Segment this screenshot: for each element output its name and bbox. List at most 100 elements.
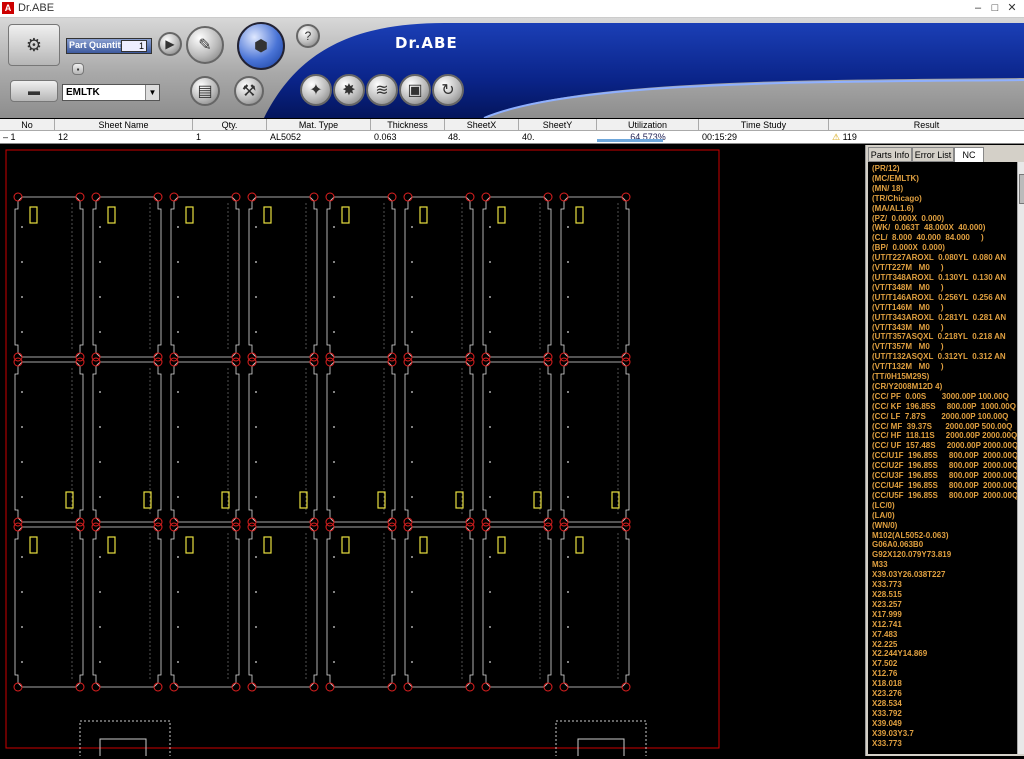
tab-parts-info[interactable]: Parts Info <box>868 147 912 162</box>
punch-mark[interactable] <box>247 192 257 202</box>
punch-mark[interactable] <box>153 522 163 532</box>
feature-marker[interactable] <box>107 206 116 224</box>
punch-mark[interactable] <box>387 522 397 532</box>
col-result[interactable]: Result <box>829 119 1024 130</box>
punch-icon[interactable]: ✸ <box>333 74 365 106</box>
part-loader-icon[interactable]: ⚙ <box>8 24 60 66</box>
punch-mark[interactable] <box>559 682 569 692</box>
nested-part[interactable] <box>248 196 318 358</box>
nested-part[interactable] <box>170 196 240 358</box>
report-icon[interactable]: ▣ <box>399 74 431 106</box>
punch-mark[interactable] <box>309 522 319 532</box>
punch-mark[interactable] <box>169 682 179 692</box>
col-qty[interactable]: Qty. <box>193 119 267 130</box>
punch-mark[interactable] <box>169 192 179 202</box>
punch-mark[interactable] <box>91 522 101 532</box>
punch-mark[interactable] <box>387 682 397 692</box>
punch-mark[interactable] <box>559 192 569 202</box>
nested-part[interactable] <box>482 526 552 688</box>
punch-mark[interactable] <box>387 357 397 367</box>
punch-mark[interactable] <box>75 682 85 692</box>
punch-mark[interactable] <box>621 682 631 692</box>
punch-mark[interactable] <box>465 192 475 202</box>
punch-mark[interactable] <box>91 682 101 692</box>
punch-mark[interactable] <box>247 357 257 367</box>
feature-marker[interactable] <box>419 206 428 224</box>
nested-part[interactable] <box>482 196 552 358</box>
nested-part[interactable] <box>170 526 240 688</box>
punch-mark[interactable] <box>543 522 553 532</box>
tab-nc[interactable]: NC <box>954 147 984 163</box>
punch-mark[interactable] <box>403 357 413 367</box>
punch-mark[interactable] <box>309 192 319 202</box>
nested-part[interactable] <box>92 196 162 358</box>
punch-mark[interactable] <box>543 682 553 692</box>
nested-part[interactable] <box>248 526 318 688</box>
nested-part[interactable] <box>326 196 396 358</box>
nested-part[interactable] <box>560 526 630 688</box>
punch-mark[interactable] <box>465 682 475 692</box>
punch-mark[interactable] <box>153 192 163 202</box>
nc-scrollbar[interactable] <box>1017 162 1024 754</box>
help-icon[interactable]: ? <box>296 24 320 48</box>
punch-mark[interactable] <box>75 192 85 202</box>
chevron-down-icon[interactable]: ▼ <box>145 85 159 100</box>
nest-drawing[interactable] <box>0 145 864 759</box>
punch-mark[interactable] <box>231 357 241 367</box>
col-sheety[interactable]: SheetY <box>519 119 597 130</box>
col-thickness[interactable]: Thickness <box>371 119 445 130</box>
auto-nest-icon[interactable]: ⬢ <box>237 22 285 70</box>
punch-mark[interactable] <box>91 357 101 367</box>
tab-error-list[interactable]: Error List <box>912 147 954 162</box>
punch-mark[interactable] <box>559 522 569 532</box>
col-no[interactable]: No <box>0 119 55 130</box>
nested-part[interactable] <box>92 526 162 688</box>
punch-mark[interactable] <box>153 682 163 692</box>
nested-part[interactable] <box>14 526 84 688</box>
nesting-canvas[interactable] <box>0 145 864 759</box>
feature-marker[interactable] <box>497 536 506 554</box>
nested-part[interactable] <box>14 196 84 358</box>
maximize-icon[interactable]: □ <box>989 2 1001 14</box>
punch-mark[interactable] <box>481 192 491 202</box>
feature-marker[interactable] <box>185 536 194 554</box>
feature-marker[interactable] <box>419 536 428 554</box>
nested-part[interactable] <box>560 196 630 358</box>
refresh-icon[interactable]: ↻ <box>432 74 464 106</box>
feature-marker[interactable] <box>341 206 350 224</box>
punch-mark[interactable] <box>169 522 179 532</box>
punch-mark[interactable] <box>13 357 23 367</box>
punch-mark[interactable] <box>247 522 257 532</box>
nest-edit-icon[interactable]: ✎ <box>186 26 224 64</box>
punch-mark[interactable] <box>325 192 335 202</box>
feature-marker[interactable] <box>29 206 38 224</box>
punch-mark[interactable] <box>75 522 85 532</box>
punch-mark[interactable] <box>75 357 85 367</box>
nested-part[interactable] <box>326 526 396 688</box>
feature-marker[interactable] <box>497 206 506 224</box>
punch-mark[interactable] <box>325 682 335 692</box>
punch-mark[interactable] <box>153 357 163 367</box>
punch-mark[interactable] <box>309 357 319 367</box>
col-time-study[interactable]: Time Study <box>699 119 829 130</box>
nested-part[interactable] <box>404 196 474 358</box>
sheet-icon[interactable]: ▤ <box>190 76 220 106</box>
machine-icon[interactable]: ▬ <box>10 80 58 102</box>
feature-marker[interactable] <box>185 206 194 224</box>
punch-mark[interactable] <box>13 682 23 692</box>
punch-mark[interactable] <box>247 682 257 692</box>
punch-mark[interactable] <box>621 522 631 532</box>
minimize-icon[interactable]: – <box>972 2 984 14</box>
punch-mark[interactable] <box>169 357 179 367</box>
note-icon[interactable]: ▪ <box>72 63 84 75</box>
punch-mark[interactable] <box>543 357 553 367</box>
punch-mark[interactable] <box>13 522 23 532</box>
contour-icon[interactable]: ≋ <box>366 74 398 106</box>
punch-mark[interactable] <box>465 357 475 367</box>
punch-mark[interactable] <box>325 357 335 367</box>
punch-mark[interactable] <box>13 192 23 202</box>
punch-mark[interactable] <box>481 357 491 367</box>
table-row[interactable]: – 1 12 1 AL5052 0.063 48. 40. 64.573% 00… <box>0 131 1024 144</box>
nested-part[interactable] <box>404 526 474 688</box>
punch-mark[interactable] <box>559 357 569 367</box>
